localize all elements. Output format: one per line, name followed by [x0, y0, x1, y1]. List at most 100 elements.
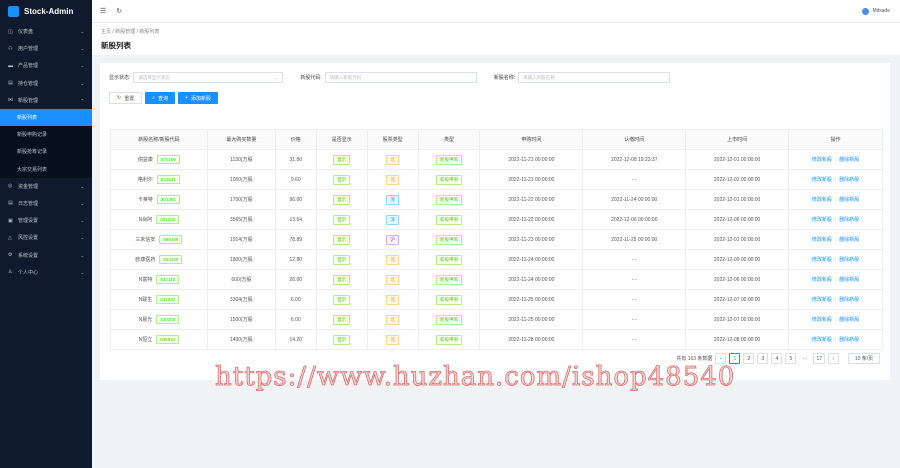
- pay-time: - -: [582, 309, 687, 330]
- sidebar-item[interactable]: ▬ 产品管理 ⌄: [0, 57, 92, 74]
- user-menu[interactable]: Mitsade: [862, 7, 890, 15]
- type-tag: 新股申购: [436, 334, 463, 345]
- delete-ipo-link[interactable]: 删除新股: [839, 217, 859, 223]
- sidebar-item[interactable]: ▤ 持仓管理 ⌄: [0, 75, 92, 92]
- stock-type-cell: 北: [366, 289, 419, 310]
- display-cell: 显示: [315, 169, 368, 190]
- type-cell: 新股申购: [417, 229, 481, 250]
- delete-ipo-link[interactable]: 删除新股: [839, 237, 859, 243]
- stock-name: N晨光: [138, 317, 153, 323]
- listing-time: 2022-12-07 00:00:00: [685, 289, 790, 310]
- page-button[interactable]: 3: [757, 353, 769, 364]
- edit-ipo-link[interactable]: 修改新股: [812, 317, 832, 323]
- next-page-button[interactable]: ›: [828, 353, 839, 364]
- page-button[interactable]: 5: [785, 353, 797, 364]
- delete-ipo-link[interactable]: 删除新股: [839, 197, 859, 203]
- page-button[interactable]: 4: [771, 353, 783, 364]
- stock-type-cell: 北: [366, 309, 419, 330]
- stock-name-cell: N尚阿 001256: [110, 209, 208, 230]
- sidebar-item[interactable]: ⚙ 系统设置 ⌄: [0, 246, 92, 263]
- sidebar-item[interactable]: △ 风控设置 ⌄: [0, 229, 92, 246]
- pay-time: 2022-12-08 19:23:37: [582, 149, 687, 170]
- edit-ipo-link[interactable]: 修改新股: [812, 337, 832, 343]
- type-cell: 新股申购: [417, 289, 481, 310]
- avatar: [862, 7, 870, 15]
- stock-type-tag: 深: [386, 194, 399, 205]
- type-tag: 新股申购: [436, 234, 463, 245]
- apply-time: 2022-11-21 00:00:00: [479, 169, 584, 190]
- chevron-down-icon: ⌄: [80, 269, 84, 275]
- add-ipo-button[interactable]: + 添加新股: [178, 92, 218, 104]
- stock-type-tag: 北: [386, 314, 399, 325]
- stock-code-tag: 833230: [159, 255, 183, 264]
- page-last[interactable]: 17: [813, 353, 825, 364]
- sidebar-item[interactable]: ♙ 个人中心 ⌄: [0, 264, 92, 281]
- delete-ipo-link[interactable]: 删除新股: [839, 317, 859, 323]
- sidebar-item-label: 持仓管理: [18, 80, 39, 87]
- table-row: N富特 832116 600(万股 20.00 显示 北 新股申购 2022-11…: [110, 269, 883, 290]
- listing-time: 2022-12-06 00:00:00: [685, 209, 790, 230]
- display-tag: 显示: [333, 214, 351, 225]
- edit-ipo-link[interactable]: 修改新股: [812, 297, 832, 303]
- collapse-menu-icon[interactable]: ☰: [100, 7, 106, 15]
- delete-ipo-link[interactable]: 删除新股: [839, 337, 859, 343]
- delete-ipo-link[interactable]: 删除新股: [839, 177, 859, 183]
- edit-ipo-link[interactable]: 修改新股: [812, 197, 832, 203]
- page-size-select[interactable]: 10 条/页: [848, 353, 880, 364]
- sidebar-item[interactable]: ▤ 日志管理 ⌄: [0, 195, 92, 212]
- name-input[interactable]: 请输入新股名称: [518, 72, 671, 83]
- search-button[interactable]: ⌕ 查询: [145, 92, 176, 104]
- sidebar-item[interactable]: ◫ 仪表盘 ⌄: [0, 23, 92, 40]
- display-cell: 显示: [315, 149, 368, 170]
- refresh-icon[interactable]: ↻: [116, 7, 122, 15]
- sidebar-item[interactable]: ⋈ 新股管理 ⌃: [0, 92, 92, 109]
- column-header: 类型: [417, 129, 481, 150]
- page-button[interactable]: 2: [743, 353, 755, 364]
- sidebar-item-label: 仪表盘: [18, 29, 34, 36]
- admin-settings-icon: ▣: [8, 217, 13, 224]
- breadcrumb-home[interactable]: 主页: [101, 29, 111, 35]
- edit-ipo-link[interactable]: 修改新股: [812, 177, 832, 183]
- breadcrumb-ipo[interactable]: 新股管理: [115, 29, 135, 35]
- edit-ipo-link[interactable]: 修改新股: [812, 217, 832, 223]
- delete-ipo-link[interactable]: 删除新股: [839, 297, 859, 303]
- sidebar-item[interactable]: 新股抢筹记录: [0, 143, 92, 160]
- more-pages[interactable]: ···: [799, 353, 810, 364]
- edit-ipo-link[interactable]: 修改新股: [812, 237, 832, 243]
- actions-cell: 修改新股 | 删除新股: [788, 269, 883, 290]
- actions-cell: 修改新股 | 删除新股: [788, 229, 883, 250]
- name-label: 新股名称:: [493, 75, 516, 81]
- sidebar-item[interactable]: ⚇ 用户管理 ⌄: [0, 40, 92, 57]
- stock-type-cell: 北: [366, 149, 419, 170]
- sidebar-item[interactable]: 大宗交易列表: [0, 161, 92, 178]
- breadcrumb-current: 新股列表: [139, 29, 160, 35]
- app-logo[interactable]: Stock-Admin: [0, 0, 92, 23]
- stock-name-cell: 卡莱特 301391: [110, 189, 208, 210]
- status-select[interactable]: 请选择显示状态 ⌄: [133, 72, 284, 83]
- display-tag: 显示: [333, 194, 351, 205]
- stock-name: 三未信安: [135, 237, 156, 243]
- display-tag: 显示: [333, 174, 351, 185]
- listing-time: 2022-12-06 00:00:00: [685, 269, 790, 290]
- stock-code-tag: 430300: [156, 315, 180, 324]
- sidebar-item[interactable]: 新股列表: [0, 108, 92, 127]
- stock-code-tag: 831641: [156, 175, 180, 184]
- edit-ipo-link[interactable]: 修改新股: [812, 157, 832, 163]
- sidebar-item[interactable]: ▣ 管理设置 ⌄: [0, 212, 92, 229]
- breadcrumb: 主页 / 新股管理 / 新股列表: [101, 29, 160, 35]
- stock-code-tag: 831087: [156, 295, 180, 304]
- edit-ipo-link[interactable]: 修改新股: [812, 277, 832, 283]
- sidebar-item[interactable]: ◎ 资金管理 ⌄: [0, 178, 92, 195]
- sidebar-item[interactable]: 新股申购记录: [0, 126, 92, 143]
- edit-ipo-link[interactable]: 修改新股: [812, 257, 832, 263]
- display-cell: 显示: [315, 249, 368, 270]
- sidebar-item-label: 管理设置: [18, 218, 39, 225]
- delete-ipo-link[interactable]: 删除新股: [839, 257, 859, 263]
- status-placeholder: 请选择显示状态: [138, 74, 170, 80]
- reset-button[interactable]: ↻ 重置: [109, 92, 143, 104]
- delete-ipo-link[interactable]: 删除新股: [839, 277, 859, 283]
- sidebar-item-label: 新股申购记录: [17, 132, 48, 139]
- code-input[interactable]: 请输入新股代码: [324, 72, 477, 83]
- delete-ipo-link[interactable]: 删除新股: [839, 157, 859, 163]
- name-placeholder: 请输入新股名称: [523, 74, 555, 80]
